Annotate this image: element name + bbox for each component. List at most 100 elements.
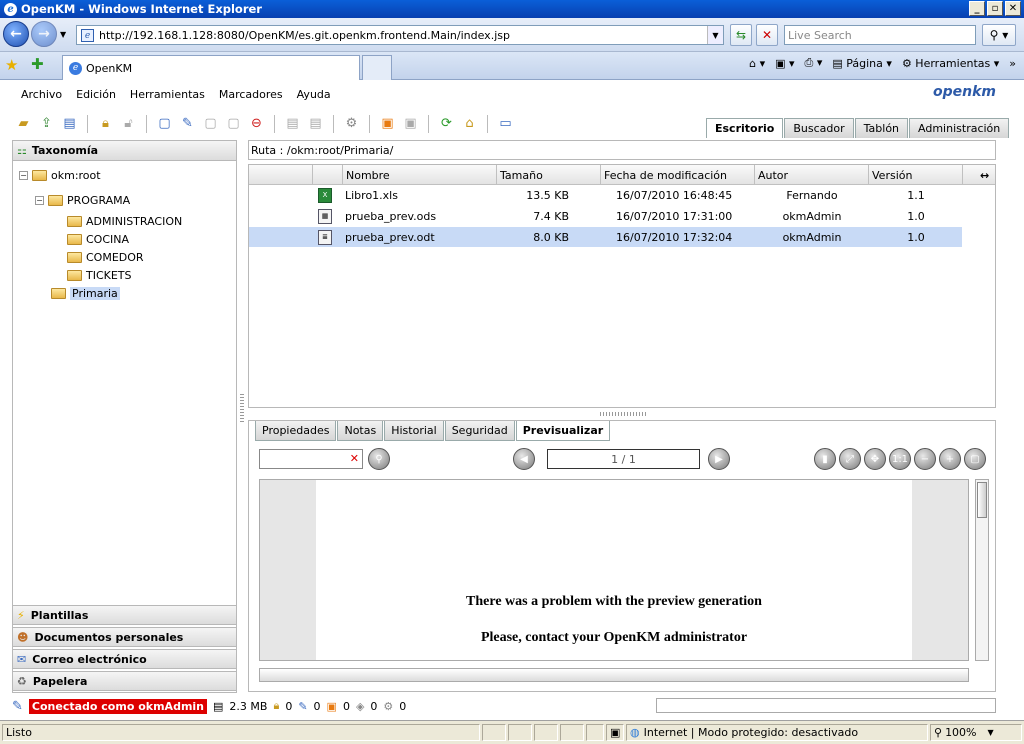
new-tab-button[interactable]	[362, 55, 392, 80]
print-icon[interactable]: ⎙ ▾	[805, 56, 823, 70]
create-folder-icon[interactable]: ▰	[14, 114, 33, 133]
tree-node-programa[interactable]: − PROGRAMA	[35, 194, 130, 207]
tree-node-comedor[interactable]: COMEDOR	[67, 251, 144, 264]
attachment-icon[interactable]: ◈	[356, 700, 364, 713]
column-resize-icon[interactable]: ↔	[977, 165, 995, 185]
menu-archivo[interactable]: Archivo	[21, 88, 62, 101]
col-nombre[interactable]: Nombre	[343, 165, 497, 185]
previous-page-button[interactable]: ◀	[513, 448, 535, 470]
table-row[interactable]: ≣ prueba_prev.odt 8.0 KB 16/07/2010 17:3…	[249, 227, 962, 247]
search-button[interactable]: ⚲ ▾	[982, 24, 1016, 46]
fit-page-icon[interactable]: ✥	[864, 448, 886, 470]
preview-viewer[interactable]: There was a problem with the preview gen…	[259, 479, 969, 661]
history-dropdown-icon[interactable]: ▼	[60, 30, 66, 39]
lock-icon[interactable]: 🔒︎	[96, 114, 115, 133]
tab-escritorio[interactable]: Escritorio	[706, 118, 784, 138]
tab-buscador[interactable]: Buscador	[784, 118, 854, 138]
browser-tab-openkm[interactable]: e OpenKM	[62, 55, 360, 80]
new-document-icon[interactable]: ▢	[155, 114, 174, 133]
home-folder-icon[interactable]: ⌂	[460, 114, 479, 133]
remove-property-group-icon[interactable]: ▤	[306, 114, 325, 133]
fullscreen-icon[interactable]: ▢	[964, 448, 986, 470]
preview-horizontal-scrollbar[interactable]	[259, 668, 969, 682]
tree-node-administracion[interactable]: ADMINISTRACION	[67, 215, 182, 228]
favorites-star-icon[interactable]: ★	[5, 56, 18, 74]
address-dropdown-icon[interactable]: ▼	[707, 26, 723, 44]
checkin-icon[interactable]: ▢	[201, 114, 220, 133]
tab-historial[interactable]: Historial	[384, 421, 444, 441]
add-document-icon[interactable]: ▤	[60, 114, 79, 133]
back-button[interactable]: ←	[3, 21, 29, 47]
add-property-group-icon[interactable]: ▤	[283, 114, 302, 133]
page-indicator[interactable]: 1 / 1	[547, 449, 700, 469]
unlock-icon[interactable]: 🔓︎	[119, 114, 138, 133]
address-field[interactable]: e http://192.168.1.128:8080/OpenKM/es.gi…	[76, 25, 724, 45]
preview-search-input[interactable]: ✕	[259, 449, 363, 469]
maximize-button[interactable]: ▫	[987, 1, 1003, 16]
col-version[interactable]: Versión	[869, 165, 963, 185]
single-page-icon[interactable]: ▮	[814, 448, 836, 470]
menu-herramientas[interactable]: Herramientas	[130, 88, 205, 101]
add-favorite-icon[interactable]: ✚	[31, 55, 44, 73]
tab-notas[interactable]: Notas	[337, 421, 384, 441]
zoom-control[interactable]: ⚲ 100% ▼	[930, 724, 1022, 741]
close-button[interactable]: ✕	[1005, 1, 1021, 16]
tree-node-tickets[interactable]: TICKETS	[67, 269, 132, 282]
scanner-icon[interactable]: ▭	[496, 114, 515, 133]
checkout-icon[interactable]: ✎	[178, 114, 197, 133]
workflow-icon[interactable]: ⚙	[383, 700, 393, 713]
tab-seguridad[interactable]: Seguridad	[444, 421, 515, 441]
tab-tablon[interactable]: Tablón	[854, 118, 909, 138]
collapse-icon[interactable]: −	[35, 196, 44, 205]
tab-propiedades[interactable]: Propiedades	[255, 421, 337, 441]
zoom-dropdown-icon[interactable]: ▼	[988, 728, 994, 737]
vertical-splitter[interactable]	[240, 394, 244, 424]
tab-previsualizar[interactable]: Previsualizar	[515, 421, 611, 441]
zoom-out-icon[interactable]: −	[914, 448, 936, 470]
home-icon[interactable]: ⌂ ▾	[749, 57, 765, 70]
actual-size-icon[interactable]: 1:1	[889, 448, 911, 470]
checkout-docs-icon[interactable]: ✎	[298, 700, 307, 713]
stack-papelera[interactable]: ♻ Papelera	[12, 671, 237, 691]
fit-width-icon[interactable]: ⤢	[839, 448, 861, 470]
menu-edicion[interactable]: Edición	[76, 88, 116, 101]
locked-docs-icon[interactable]: 🔒︎	[273, 699, 279, 713]
refresh-button[interactable]: ⇆	[730, 24, 752, 46]
tree-node-cocina[interactable]: COCINA	[67, 233, 129, 246]
unsubscribe-icon[interactable]: ▣	[401, 114, 420, 133]
col-tamano[interactable]: Tamaño	[497, 165, 601, 185]
more-chevron-icon[interactable]: »	[1009, 57, 1016, 70]
cancel-checkout-icon[interactable]: ▢	[224, 114, 243, 133]
popup-blocked-icon[interactable]: ▣	[606, 724, 624, 741]
page-menu[interactable]: ▤ Página ▾	[832, 57, 892, 70]
taxonomy-header[interactable]: ⚏ Taxonomía	[13, 141, 236, 161]
forward-button[interactable]: →	[31, 21, 57, 47]
col-autor[interactable]: Autor	[755, 165, 869, 185]
stop-button[interactable]: ✕	[756, 24, 778, 46]
zoom-in-icon[interactable]: +	[939, 448, 961, 470]
security-zone[interactable]: ◍ Internet | Modo protegido: desactivado	[626, 724, 928, 741]
stack-documentos-personales[interactable]: ☻ Documentos personales	[12, 627, 237, 647]
horizontal-splitter[interactable]	[600, 412, 646, 416]
minimize-button[interactable]: _	[969, 1, 985, 16]
stack-plantillas[interactable]: ⚡ Plantillas	[12, 605, 237, 625]
search-input[interactable]: Live Search	[784, 25, 976, 45]
preview-search-icon[interactable]: ⚲	[368, 448, 390, 470]
clear-icon[interactable]: ✕	[350, 452, 359, 465]
subscriptions-icon[interactable]: ▣	[327, 700, 337, 713]
collapse-icon[interactable]: −	[19, 171, 28, 180]
stack-correo[interactable]: ✉ Correo electrónico	[12, 649, 237, 669]
table-row[interactable]: ▦ prueba_prev.ods 7.4 KB 16/07/2010 17:3…	[249, 206, 962, 226]
workflow-gear-icon[interactable]: ⚙	[342, 114, 361, 133]
feeds-icon[interactable]: ▣ ▾	[775, 57, 794, 70]
col-status[interactable]	[249, 165, 313, 185]
refresh-icon[interactable]: ⟳	[437, 114, 456, 133]
table-row[interactable]: X Libro1.xls 13.5 KB 16/07/2010 16:48:45…	[249, 185, 962, 205]
col-icon[interactable]	[313, 165, 343, 185]
upload-document-icon[interactable]: ⇪	[37, 114, 56, 133]
preview-vertical-scrollbar[interactable]	[975, 479, 989, 661]
menu-marcadores[interactable]: Marcadores	[219, 88, 283, 101]
tree-node-primaria[interactable]: Primaria	[51, 287, 120, 300]
tools-menu[interactable]: ⚙ Herramientas ▾	[902, 57, 999, 70]
menu-ayuda[interactable]: Ayuda	[297, 88, 331, 101]
